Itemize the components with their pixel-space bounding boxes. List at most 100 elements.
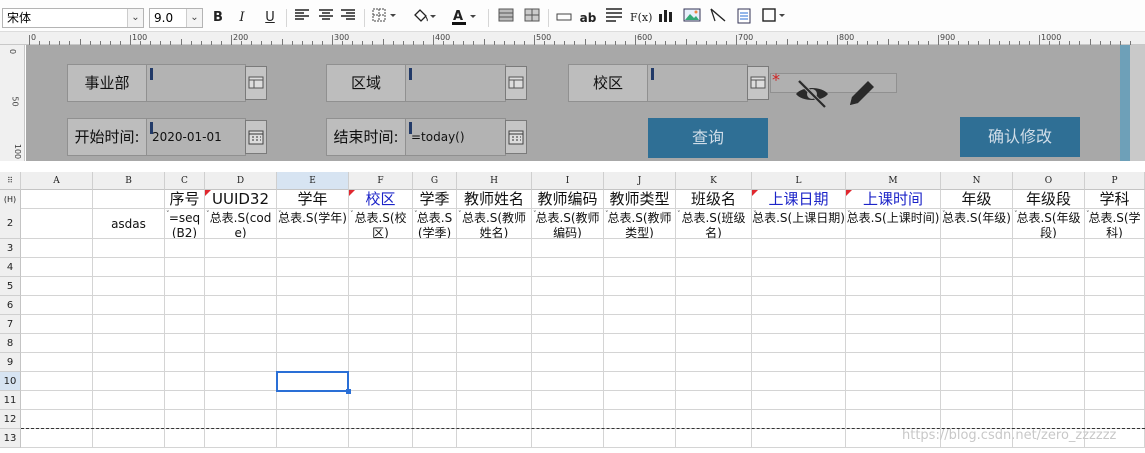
row-header-3[interactable]: 3 bbox=[0, 239, 21, 258]
cell-k4[interactable] bbox=[676, 258, 752, 277]
cell-n8[interactable] bbox=[941, 334, 1013, 353]
cell-n2[interactable]: 总表.S(年级) ˅ bbox=[941, 209, 1013, 239]
cell-n1[interactable]: 年级 bbox=[941, 190, 1013, 209]
column-header-e[interactable]: E bbox=[277, 172, 349, 190]
row-header-9[interactable]: 9 bbox=[0, 353, 21, 372]
cell-e5[interactable] bbox=[277, 277, 349, 296]
row-header-12[interactable]: 12 bbox=[0, 410, 21, 429]
cell-b13[interactable] bbox=[93, 429, 165, 448]
cell-c12[interactable] bbox=[165, 410, 205, 429]
cell-a11[interactable] bbox=[21, 391, 93, 410]
cell-d10[interactable] bbox=[205, 372, 277, 391]
cell-e12[interactable] bbox=[277, 410, 349, 429]
cell-e4[interactable] bbox=[277, 258, 349, 277]
selected-cell-highlight[interactable] bbox=[276, 371, 349, 392]
cell-h7[interactable] bbox=[457, 315, 532, 334]
cell-i2[interactable]: 总表.S(教师编码) ˅ bbox=[532, 209, 604, 239]
cell-a4[interactable] bbox=[21, 258, 93, 277]
cell-c7[interactable] bbox=[165, 315, 205, 334]
cell-n3[interactable] bbox=[941, 239, 1013, 258]
cell-l9[interactable] bbox=[752, 353, 846, 372]
cell-l6[interactable] bbox=[752, 296, 846, 315]
cell-p1[interactable]: 学科 bbox=[1085, 190, 1145, 209]
image-icon[interactable] bbox=[682, 8, 702, 28]
paragraph-icon[interactable] bbox=[604, 8, 624, 28]
query-button[interactable]: 查询 bbox=[648, 118, 768, 158]
cell-m2[interactable]: 总表.S(上课时间) ˅ bbox=[846, 209, 941, 239]
cell-f12[interactable] bbox=[349, 410, 413, 429]
cell-g8[interactable] bbox=[413, 334, 457, 353]
cell-k2[interactable]: 总表.S(班级名) ˅ bbox=[676, 209, 752, 239]
corner-cell[interactable]: ⠿ bbox=[0, 172, 21, 190]
cell-c13[interactable] bbox=[165, 429, 205, 448]
cell-o9[interactable] bbox=[1013, 353, 1085, 372]
cell-k7[interactable] bbox=[676, 315, 752, 334]
cell-a9[interactable] bbox=[21, 353, 93, 372]
cell-f11[interactable] bbox=[349, 391, 413, 410]
cell-d2[interactable]: 总表.S(code) ˅ bbox=[205, 209, 277, 239]
cell-e7[interactable] bbox=[277, 315, 349, 334]
cell-f6[interactable] bbox=[349, 296, 413, 315]
cell-l2[interactable]: 总表.S(上课日期) ˅ bbox=[752, 209, 846, 239]
cell-b2[interactable]: asdas bbox=[93, 209, 165, 239]
calendar-icon[interactable] bbox=[245, 120, 267, 154]
cell-b6[interactable] bbox=[93, 296, 165, 315]
cell-d6[interactable] bbox=[205, 296, 277, 315]
font-color-icon[interactable]: A bbox=[450, 8, 480, 28]
cell-k1[interactable]: 班级名 bbox=[676, 190, 752, 209]
cell-n9[interactable] bbox=[941, 353, 1013, 372]
cell-d3[interactable] bbox=[205, 239, 277, 258]
font-size-select[interactable]: 9.0 ⌄ bbox=[149, 8, 203, 28]
cell-p7[interactable] bbox=[1085, 315, 1145, 334]
cell-b5[interactable] bbox=[93, 277, 165, 296]
calendar-icon[interactable] bbox=[505, 120, 527, 154]
cell-m10[interactable] bbox=[846, 372, 941, 391]
cell-o1[interactable]: 年级段 bbox=[1013, 190, 1085, 209]
cell-m8[interactable] bbox=[846, 334, 941, 353]
cell-m6[interactable] bbox=[846, 296, 941, 315]
cell-a1[interactable] bbox=[21, 190, 93, 209]
column-header-k[interactable]: K bbox=[676, 172, 752, 190]
cell-i3[interactable] bbox=[532, 239, 604, 258]
cell-j9[interactable] bbox=[604, 353, 676, 372]
cell-p5[interactable] bbox=[1085, 277, 1145, 296]
cell-c2[interactable]: =seq(B2) ˅ bbox=[165, 209, 205, 239]
textbox-icon[interactable] bbox=[734, 8, 754, 28]
cell-h10[interactable] bbox=[457, 372, 532, 391]
cell-e1[interactable]: 学年 bbox=[277, 190, 349, 209]
cell-i6[interactable] bbox=[532, 296, 604, 315]
row-header-2[interactable]: 2 bbox=[0, 209, 21, 239]
cell-l8[interactable] bbox=[752, 334, 846, 353]
align-left-icon[interactable] bbox=[292, 8, 312, 28]
cell-j11[interactable] bbox=[604, 391, 676, 410]
cell-a12[interactable] bbox=[21, 410, 93, 429]
cell-m4[interactable] bbox=[846, 258, 941, 277]
underline-button[interactable]: U bbox=[260, 8, 280, 28]
cell-n4[interactable] bbox=[941, 258, 1013, 277]
cell-i11[interactable] bbox=[532, 391, 604, 410]
cell-n10[interactable] bbox=[941, 372, 1013, 391]
cell-a7[interactable] bbox=[21, 315, 93, 334]
cell-m7[interactable] bbox=[846, 315, 941, 334]
merge-cells-icon[interactable] bbox=[496, 8, 516, 28]
cell-o12[interactable] bbox=[1013, 410, 1085, 429]
cell-d5[interactable] bbox=[205, 277, 277, 296]
column-header-c[interactable]: C bbox=[165, 172, 205, 190]
cell-l1[interactable]: 上课日期 bbox=[752, 190, 846, 209]
column-header-f[interactable]: F bbox=[349, 172, 413, 190]
cell-l11[interactable] bbox=[752, 391, 846, 410]
column-header-l[interactable]: L bbox=[752, 172, 846, 190]
campus-picker-icon[interactable] bbox=[747, 66, 769, 100]
cell-g9[interactable] bbox=[413, 353, 457, 372]
cell-m3[interactable] bbox=[846, 239, 941, 258]
cell-h1[interactable]: 教师姓名 bbox=[457, 190, 532, 209]
cell-e9[interactable] bbox=[277, 353, 349, 372]
cell-o6[interactable] bbox=[1013, 296, 1085, 315]
cell-c1[interactable]: 序号 bbox=[165, 190, 205, 209]
cell-m9[interactable] bbox=[846, 353, 941, 372]
cell-h5[interactable] bbox=[457, 277, 532, 296]
cell-c4[interactable] bbox=[165, 258, 205, 277]
cell-g2[interactable]: 总表.S(学季) ˅ bbox=[413, 209, 457, 239]
eye-slash-icon[interactable] bbox=[794, 79, 830, 113]
italic-button[interactable]: I bbox=[232, 8, 252, 28]
